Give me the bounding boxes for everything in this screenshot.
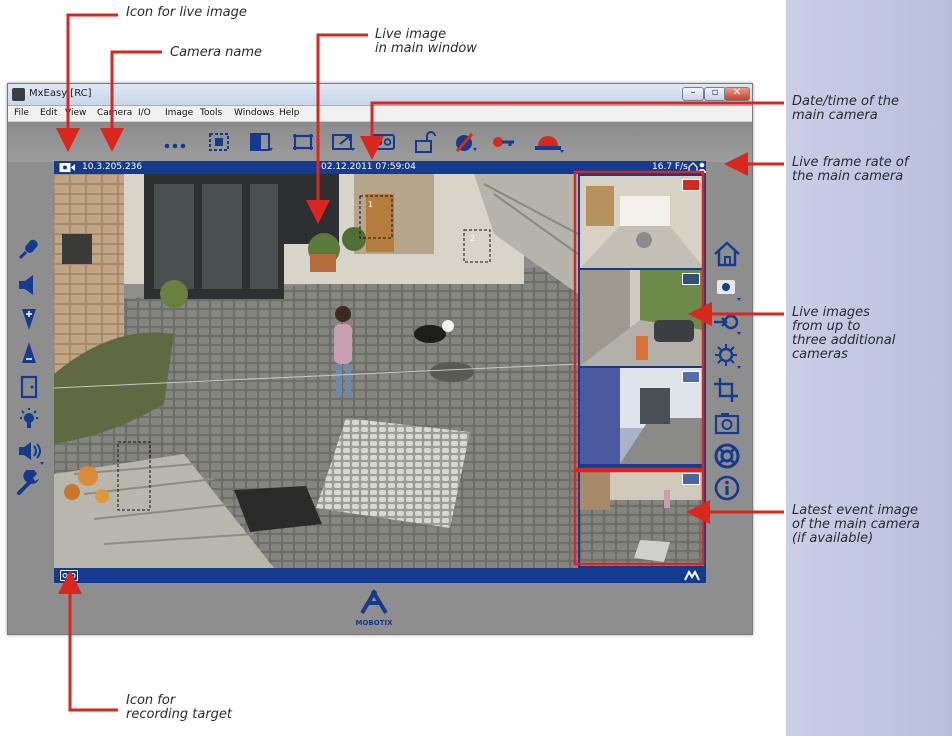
more-icon[interactable] — [162, 130, 188, 154]
menu-camera[interactable]: Camera — [97, 108, 132, 118]
status-bar-top: 10.3.205.236 02.12.2011 07:59:04 16.7 F/… — [54, 161, 706, 174]
annotation-event-image: Latest event image of the main camera (i… — [792, 503, 920, 546]
microphone-icon[interactable] — [16, 236, 42, 262]
zoom-icon[interactable] — [330, 130, 356, 154]
mobotix-logo-mark — [360, 589, 388, 615]
toolbar — [8, 122, 752, 162]
annotation-frame-rate: Live frame rate of the main camera — [792, 155, 909, 184]
window-title: MxEasy [RC] — [29, 88, 92, 99]
app-icon — [12, 88, 25, 101]
home-small-icon[interactable] — [688, 162, 698, 173]
menu-io[interactable]: I/O — [138, 108, 151, 118]
unlock-icon[interactable] — [411, 130, 437, 154]
zone-label-2: 2 — [470, 234, 476, 243]
key-icon[interactable] — [490, 130, 516, 154]
recording-icon[interactable] — [370, 130, 396, 154]
announcement-icon[interactable] — [16, 438, 46, 466]
menu-file[interactable]: File — [14, 108, 29, 118]
info-icon[interactable] — [712, 474, 742, 502]
split-view-icon[interactable] — [248, 130, 274, 154]
menu-edit[interactable]: Edit — [40, 108, 57, 118]
camera-name: 10.3.205.236 — [82, 162, 143, 172]
status-bar-bottom — [54, 568, 706, 583]
annotation-camera-name: Camera name — [170, 45, 263, 60]
home-icon[interactable] — [712, 240, 742, 268]
menu-image[interactable]: Image — [165, 108, 193, 118]
recording-target-icon[interactable] — [60, 570, 78, 581]
layout-icon[interactable] — [206, 130, 232, 154]
logo-text: MOBOTIX — [355, 619, 393, 627]
maximize-button[interactable]: ▫ — [704, 87, 726, 101]
main-live-image[interactable]: 1 2 — [54, 174, 578, 568]
settings-icon[interactable] — [712, 342, 742, 370]
door-icon[interactable] — [16, 374, 42, 400]
menu-help[interactable]: Help — [279, 108, 300, 118]
camera-thumbnail[interactable] — [580, 176, 704, 268]
menu-view[interactable]: View — [65, 108, 86, 118]
annotation-datetime: Date/time of the main camera — [792, 94, 899, 123]
annotation-live-icon: Icon for live image — [126, 5, 247, 20]
volume-down-icon[interactable] — [16, 306, 42, 332]
camera-badge-icon — [682, 273, 700, 285]
mobotix-logo: MOBOTIX — [344, 589, 404, 633]
crop-icon[interactable] — [712, 376, 742, 404]
camera-datetime: 02.12.2011 07:59:04 — [321, 162, 416, 172]
zone-label-1: 1 — [368, 200, 374, 209]
event-recording-badge-icon — [682, 473, 700, 485]
route-icon[interactable] — [712, 308, 742, 336]
title-bar[interactable]: MxEasy [RC] – ▫ ✕ — [8, 84, 752, 106]
wrench-icon[interactable] — [16, 470, 42, 496]
annotation-additional-cameras: Live images from up to three additional … — [792, 305, 896, 362]
camera-thumbnail[interactable] — [580, 368, 704, 464]
annotation-recording-target: Icon for recording target — [126, 693, 233, 722]
menu-bar: File Edit View Camera I/O Image Tools Wi… — [8, 106, 752, 122]
volume-up-icon[interactable] — [16, 340, 42, 366]
minimize-button[interactable]: – — [682, 87, 704, 101]
block-icon[interactable] — [452, 130, 478, 154]
fullscreen-icon[interactable] — [290, 130, 316, 154]
speaker-icon[interactable] — [16, 272, 42, 298]
menu-windows[interactable]: Windows — [234, 108, 274, 118]
help-ring-icon[interactable] — [712, 442, 742, 470]
menu-tools[interactable]: Tools — [200, 108, 222, 118]
recording-badge-icon — [682, 371, 700, 383]
mobotix-mini-icon — [684, 570, 700, 581]
live-camera-icon[interactable] — [59, 162, 78, 173]
close-button[interactable]: ✕ — [724, 87, 750, 101]
camera-thumbnail[interactable] — [580, 270, 704, 366]
snapshot-icon[interactable] — [712, 410, 742, 438]
event-image-thumbnail[interactable] — [580, 470, 704, 566]
record-badge-icon — [682, 179, 700, 191]
frame-rate: 16.7 F/s — [652, 162, 688, 172]
app-window: MxEasy [RC] – ▫ ✕ File Edit View Camera … — [7, 83, 753, 635]
light-icon[interactable] — [16, 406, 42, 432]
annotation-live-main: Live image in main window — [375, 27, 477, 56]
additional-cameras-panel — [578, 174, 706, 568]
user-icon[interactable] — [698, 162, 706, 173]
alarm-light-icon[interactable] — [532, 130, 564, 154]
tutorial-figure: Icon for live image Camera name Live ima… — [0, 0, 952, 736]
switch-camera-icon[interactable] — [712, 274, 742, 302]
